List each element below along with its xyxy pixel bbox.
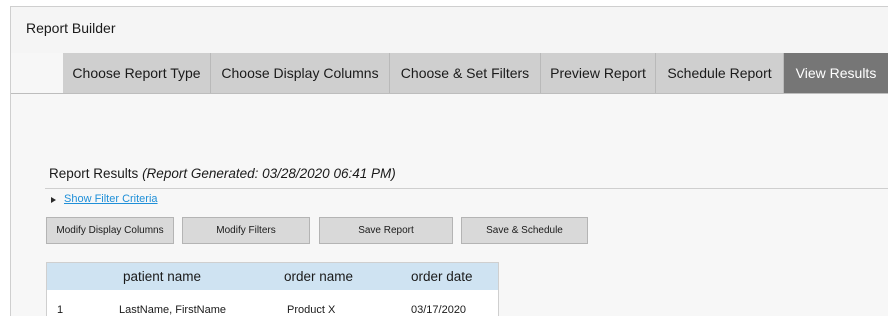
column-header-patient-name[interactable]: patient name	[123, 269, 201, 284]
title-bar: Report Builder	[11, 7, 888, 53]
app-title: Report Builder	[26, 20, 116, 36]
tab-preview-report[interactable]: Preview Report	[541, 53, 656, 93]
show-filter-criteria-link[interactable]: Show Filter Criteria	[64, 193, 158, 205]
column-header-order-name[interactable]: order name	[284, 269, 353, 284]
tab-choose-report-type[interactable]: Choose Report Type	[63, 53, 211, 93]
section-divider	[45, 188, 888, 189]
column-header-order-date[interactable]: order date	[411, 269, 473, 284]
tab-choose-display-columns[interactable]: Choose Display Columns	[211, 53, 390, 93]
report-builder-window: Report Builder Choose Report Type Choose…	[10, 6, 888, 316]
tab-schedule-report[interactable]: Schedule Report	[656, 53, 784, 93]
tab-divider	[11, 93, 888, 94]
tab-choose-set-filters[interactable]: Choose & Set Filters	[390, 53, 541, 93]
cell-patient-name: LastName, FirstName	[119, 304, 226, 316]
cell-order-date: 03/17/2020	[411, 304, 467, 316]
save-and-schedule-button[interactable]: Save & Schedule	[461, 217, 588, 244]
modify-display-columns-button[interactable]: Modify Display Columns	[46, 217, 174, 244]
table-header: patient name order name order date	[47, 263, 498, 290]
modify-filters-button[interactable]: Modify Filters	[182, 217, 310, 244]
row-index: 1	[57, 304, 64, 316]
results-heading: Report Results (Report Generated: 03/28/…	[49, 166, 396, 181]
triangle-right-icon[interactable]	[51, 197, 56, 203]
wizard-tabs: Choose Report Type Choose Display Column…	[63, 53, 888, 93]
tab-view-results[interactable]: View Results	[784, 53, 888, 93]
results-title: Report Results	[49, 166, 139, 181]
results-table: patient name order name order date 1 Las…	[46, 262, 499, 316]
save-report-button[interactable]: Save Report	[319, 217, 453, 244]
generated-timestamp: (Report Generated: 03/28/2020 06:41 PM)	[142, 166, 396, 181]
cell-order-name: Product X	[287, 304, 336, 316]
